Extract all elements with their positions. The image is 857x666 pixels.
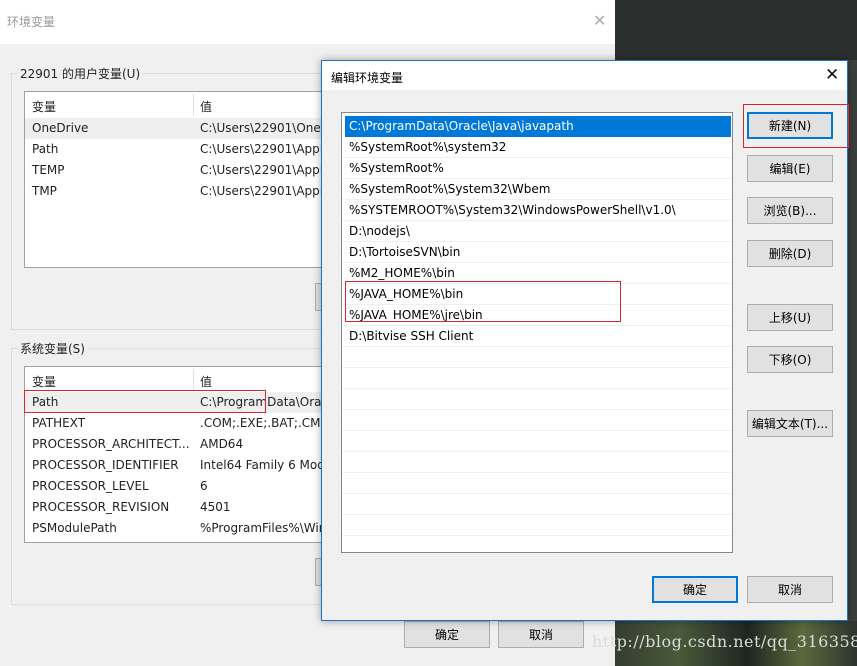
path-text: %SystemRoot%\system32 bbox=[349, 140, 507, 154]
path-list[interactable]: C:\ProgramData\Oracle\Java\javapath %Sys… bbox=[341, 112, 733, 553]
list-item[interactable]: D:\TortoiseSVN\bin bbox=[342, 242, 732, 263]
var-name: PSModulePath bbox=[32, 521, 117, 535]
var-value: C:\Users\22901\AppD bbox=[200, 184, 326, 198]
var-value: 6 bbox=[200, 479, 208, 493]
var-name: PROCESSOR_LEVEL bbox=[32, 479, 149, 493]
delete-button[interactable]: 删除(D) bbox=[747, 240, 833, 267]
column-header-value[interactable]: 值 bbox=[200, 98, 212, 115]
var-value: C:\ProgramData\Orac bbox=[200, 395, 326, 409]
list-item[interactable]: %JAVA_HOME%\bin bbox=[342, 284, 732, 305]
empty-row[interactable] bbox=[342, 347, 732, 368]
desktop-background bbox=[615, 0, 857, 60]
var-name: PROCESSOR_REVISION bbox=[32, 500, 170, 514]
var-value: C:\Users\22901\AppD bbox=[200, 142, 326, 156]
list-header: 变量 值 bbox=[25, 92, 325, 118]
empty-row[interactable] bbox=[342, 515, 732, 536]
table-row[interactable]: TMP C:\Users\22901\AppD bbox=[25, 181, 325, 202]
list-item[interactable]: D:\nodejs\ bbox=[342, 221, 732, 242]
table-row[interactable]: PATHEXT .COM;.EXE;.BAT;.CMD bbox=[25, 413, 325, 434]
table-row[interactable]: PROCESSOR_ARCHITECT... AMD64 bbox=[25, 434, 325, 455]
user-vars-list[interactable]: 变量 值 OneDrive C:\Users\22901\OneD Path C… bbox=[24, 91, 326, 268]
empty-row[interactable] bbox=[342, 368, 732, 389]
user-vars-label: 22901 的用户变量(U) bbox=[18, 65, 143, 82]
empty-row[interactable] bbox=[342, 410, 732, 431]
close-icon[interactable]: ✕ bbox=[593, 11, 606, 30]
column-divider[interactable] bbox=[193, 94, 194, 116]
path-text: %JAVA_HOME%\jre\bin bbox=[349, 308, 483, 322]
var-name: TMP bbox=[32, 184, 57, 198]
column-header-variable[interactable]: 变量 bbox=[32, 373, 56, 390]
table-row[interactable]: Path C:\ProgramData\Orac bbox=[25, 392, 325, 413]
table-row[interactable]: TEMP C:\Users\22901\AppD bbox=[25, 160, 325, 181]
desktop-background-edge bbox=[848, 60, 857, 666]
path-text: %SYSTEMROOT%\System32\WindowsPowerShell\… bbox=[349, 203, 676, 217]
list-item[interactable]: %SYSTEMROOT%\System32\WindowsPowerShell\… bbox=[342, 200, 732, 221]
move-up-button[interactable]: 上移(U) bbox=[747, 304, 833, 331]
path-text: %JAVA_HOME%\bin bbox=[349, 287, 464, 301]
list-item[interactable]: D:\Bitvise SSH Client bbox=[342, 326, 732, 347]
table-row[interactable]: PROCESSOR_LEVEL 6 bbox=[25, 476, 325, 497]
var-name: Path bbox=[32, 395, 59, 409]
var-value: .COM;.EXE;.BAT;.CMD bbox=[200, 416, 326, 430]
path-text: D:\nodejs\ bbox=[349, 224, 410, 238]
watermark-text: http://blog.csdn.net/qq_31635851 bbox=[592, 632, 857, 651]
var-name: PATHEXT bbox=[32, 416, 86, 430]
dialog-title: 编辑环境变量 bbox=[331, 71, 404, 85]
edit-button[interactable]: 编辑(E) bbox=[747, 155, 833, 182]
browse-button[interactable]: 浏览(B)... bbox=[747, 197, 833, 224]
column-divider[interactable] bbox=[193, 369, 194, 391]
new-button[interactable]: 新建(N) bbox=[747, 112, 833, 139]
var-value: 4501 bbox=[200, 500, 231, 514]
var-value: AMD64 bbox=[200, 437, 244, 451]
ok-button[interactable]: 确定 bbox=[652, 576, 738, 603]
window-title: 环境变量 bbox=[7, 15, 56, 29]
system-vars-list[interactable]: 变量 值 Path C:\ProgramData\Orac PATHEXT .C… bbox=[24, 366, 326, 543]
empty-row[interactable] bbox=[342, 473, 732, 494]
dialog-title-bar: 编辑环境变量 ✕ bbox=[322, 61, 847, 90]
path-text: %M2_HOME%\bin bbox=[349, 266, 455, 280]
empty-row[interactable] bbox=[342, 452, 732, 473]
var-name: PROCESSOR_ARCHITECT... bbox=[32, 437, 190, 451]
move-down-button[interactable]: 下移(O) bbox=[747, 346, 833, 373]
table-row[interactable]: PROCESSOR_IDENTIFIER Intel64 Family 6 Mo… bbox=[25, 455, 325, 476]
system-vars-label: 系统变量(S) bbox=[18, 340, 87, 357]
list-header: 变量 值 bbox=[25, 367, 325, 393]
ok-button[interactable]: 确定 bbox=[404, 621, 490, 648]
list-item[interactable]: %SystemRoot% bbox=[342, 158, 732, 179]
var-name: Path bbox=[32, 142, 59, 156]
table-row[interactable]: OneDrive C:\Users\22901\OneD bbox=[25, 118, 325, 139]
list-item[interactable]: %SystemRoot%\System32\Wbem bbox=[342, 179, 732, 200]
cancel-button[interactable]: 取消 bbox=[747, 576, 833, 603]
empty-row[interactable] bbox=[342, 389, 732, 410]
edit-text-button[interactable]: 编辑文本(T)... bbox=[747, 410, 833, 437]
close-icon[interactable]: ✕ bbox=[825, 65, 839, 85]
table-row[interactable]: Path C:\Users\22901\AppD bbox=[25, 139, 325, 160]
path-text: D:\Bitvise SSH Client bbox=[349, 329, 474, 343]
title-bar: 环境变量 ✕ bbox=[0, 0, 615, 44]
list-item[interactable]: %M2_HOME%\bin bbox=[342, 263, 732, 284]
column-header-value[interactable]: 值 bbox=[200, 373, 212, 390]
empty-row[interactable] bbox=[342, 431, 732, 452]
table-row[interactable]: PROCESSOR_REVISION 4501 bbox=[25, 497, 325, 518]
path-text: D:\TortoiseSVN\bin bbox=[349, 245, 461, 259]
var-name: PROCESSOR_IDENTIFIER bbox=[32, 458, 179, 472]
var-value: C:\Users\22901\OneD bbox=[200, 121, 326, 135]
path-text: C:\ProgramData\Oracle\Java\javapath bbox=[349, 119, 574, 133]
list-item[interactable]: %SystemRoot%\system32 bbox=[342, 137, 732, 158]
var-name: OneDrive bbox=[32, 121, 89, 135]
cancel-button[interactable]: 取消 bbox=[498, 621, 584, 648]
empty-row[interactable] bbox=[342, 494, 732, 515]
table-row[interactable]: PSModulePath %ProgramFiles%\Wir bbox=[25, 518, 325, 539]
var-name: TEMP bbox=[32, 163, 65, 177]
var-value: Intel64 Family 6 Mod bbox=[200, 458, 325, 472]
path-text: %SystemRoot% bbox=[349, 161, 444, 175]
path-text: %SystemRoot%\System32\Wbem bbox=[349, 182, 551, 196]
list-item[interactable]: C:\ProgramData\Oracle\Java\javapath bbox=[345, 116, 731, 137]
edit-env-dialog: 编辑环境变量 ✕ C:\ProgramData\Oracle\Java\java… bbox=[321, 60, 849, 621]
var-value: %ProgramFiles%\Wir bbox=[200, 521, 324, 535]
var-value: C:\Users\22901\AppD bbox=[200, 163, 326, 177]
list-item[interactable]: %JAVA_HOME%\jre\bin bbox=[342, 305, 732, 326]
column-header-variable[interactable]: 变量 bbox=[32, 98, 56, 115]
